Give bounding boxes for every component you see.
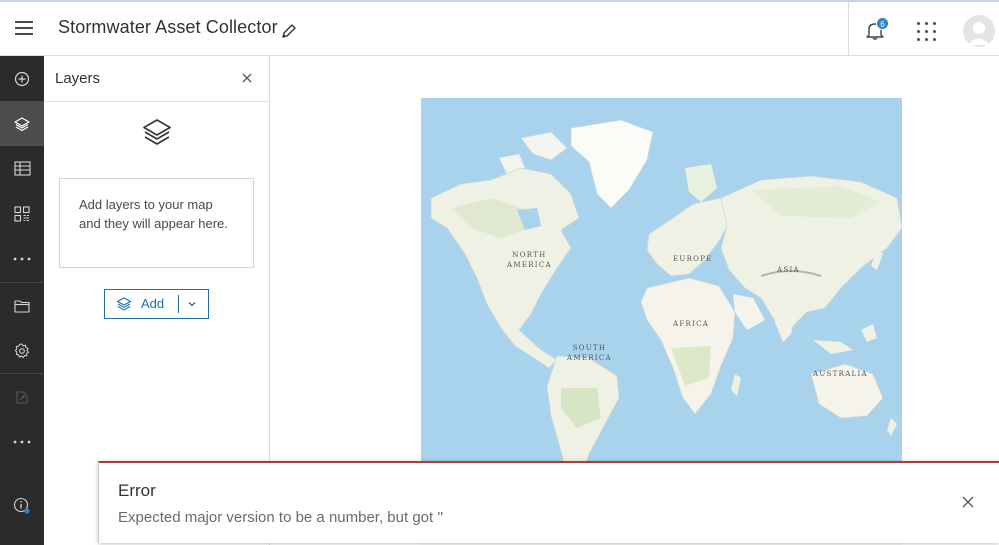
more-tools-button[interactable]: [0, 236, 44, 281]
layers-button[interactable]: [0, 101, 44, 146]
add-layer-button[interactable]: Add: [104, 289, 209, 319]
pencil-icon[interactable]: [280, 22, 298, 40]
chevron-down-icon[interactable]: [186, 299, 198, 309]
map-label-south-america: SOUTH AMERICA: [567, 344, 612, 362]
layers-icon: [116, 297, 132, 311]
header-divider: [848, 2, 849, 57]
layers-icon: [14, 116, 30, 131]
info-button[interactable]: [0, 483, 44, 528]
map-label-europe: EUROPE: [673, 255, 713, 263]
add-layer-label: Add: [141, 296, 165, 311]
apps-grid-icon[interactable]: [917, 22, 937, 42]
close-icon[interactable]: [240, 71, 254, 85]
ellipsis-icon: [13, 257, 31, 260]
plus-circle-icon: [14, 71, 30, 86]
add-content-button[interactable]: [0, 56, 44, 101]
folder-button[interactable]: [0, 283, 44, 328]
error-message: Expected major version to be a number, b…: [118, 509, 444, 526]
share-button[interactable]: [0, 374, 44, 419]
settings-button[interactable]: [0, 328, 44, 373]
info-icon: [13, 497, 30, 514]
app-header: Stormwater Asset Collector 6: [0, 0, 999, 57]
panel-header: Layers: [44, 56, 269, 102]
close-icon[interactable]: [961, 495, 975, 509]
menu-icon[interactable]: [15, 21, 33, 35]
share-icon: [16, 390, 28, 404]
error-title: Error: [118, 481, 156, 500]
split-divider: [178, 295, 179, 313]
map-label-africa: AFRICA: [673, 320, 710, 328]
map-label-australia: AUSTRALIA: [813, 370, 868, 378]
table-icon: [13, 161, 31, 176]
app-title: Stormwater Asset Collector: [58, 17, 278, 37]
more-options-button[interactable]: [0, 419, 44, 464]
action-bar: [0, 56, 44, 545]
user-avatar[interactable]: [963, 15, 995, 47]
layers-icon: [143, 119, 171, 145]
panel-title: Layers: [55, 70, 101, 87]
widgets-button[interactable]: [0, 191, 44, 236]
notification-badge: 6: [876, 17, 889, 30]
ellipsis-icon: [13, 440, 31, 443]
map-label-asia: ASIA: [777, 266, 800, 274]
add-layer-main[interactable]: Add: [105, 290, 179, 318]
folder-icon: [14, 299, 30, 313]
widgets-icon: [14, 205, 30, 222]
gear-icon: [14, 343, 30, 358]
error-notification: Error Expected major version to be a num…: [98, 461, 999, 543]
empty-layers-message: Add layers to your map and they will app…: [59, 178, 254, 268]
table-button[interactable]: [0, 146, 44, 191]
map-label-north-america: NORTH AMERICA: [507, 251, 552, 269]
